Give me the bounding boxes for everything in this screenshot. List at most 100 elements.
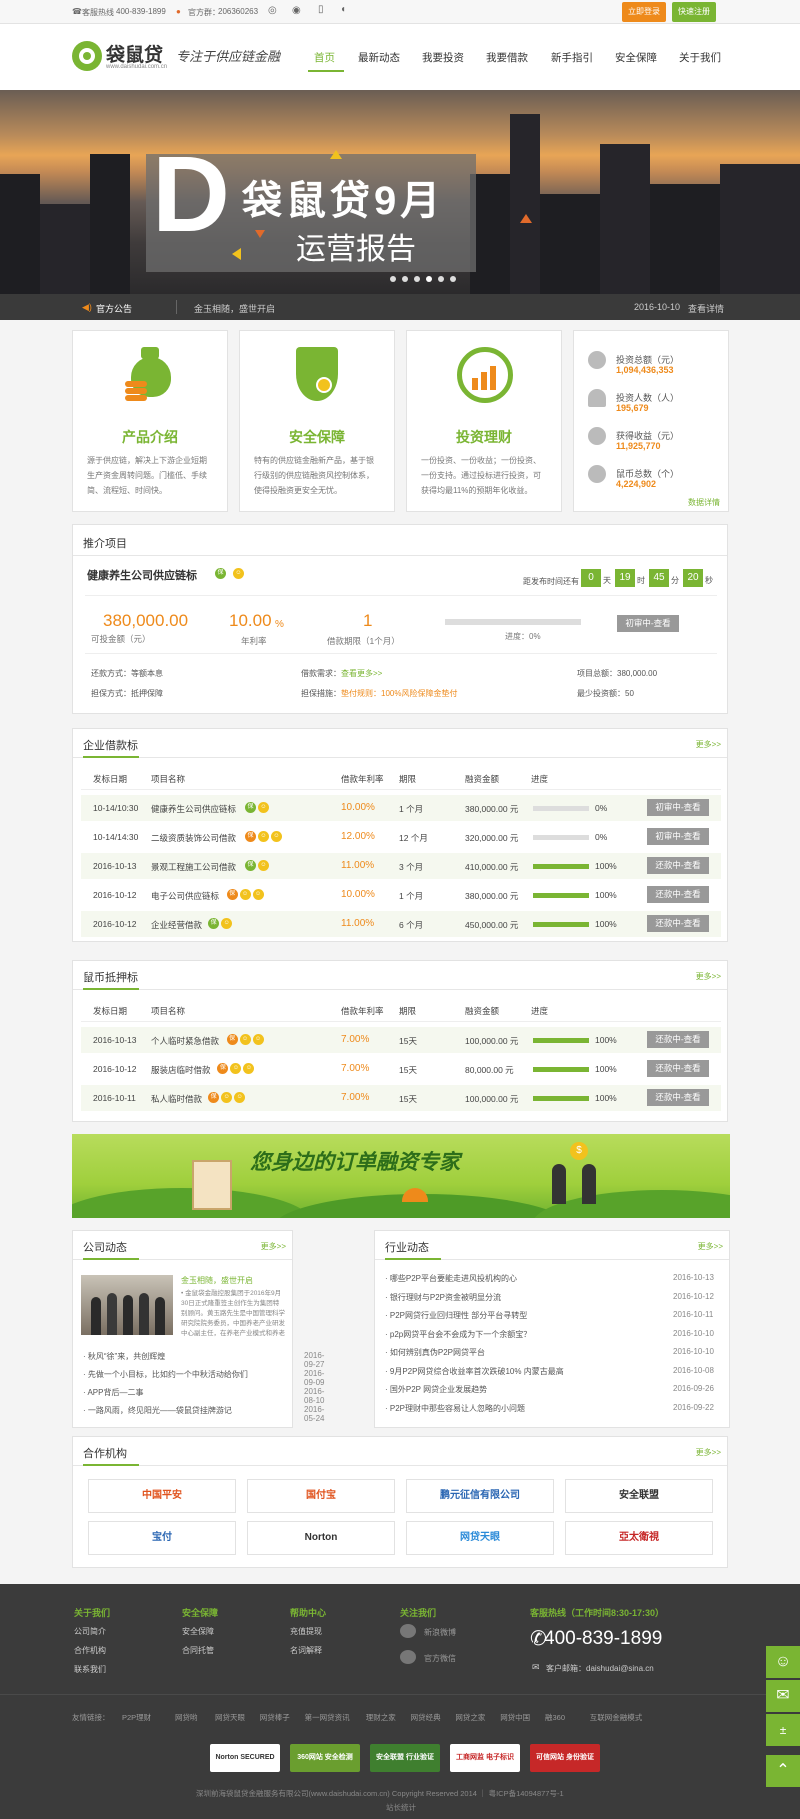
nav-news[interactable]: 最新动态 xyxy=(358,50,400,65)
row-view-button[interactable]: 还款中-查看 xyxy=(647,857,709,874)
banner-dot-active[interactable] xyxy=(426,276,432,282)
nav-invest[interactable]: 我要投资 xyxy=(422,50,464,65)
row-view-button[interactable]: 还款中-查看 xyxy=(647,886,709,903)
friend-link[interactable]: 融360 xyxy=(545,1712,565,1723)
news-item[interactable]: · 如何辨别真伪P2P网贷平台 xyxy=(385,1347,485,1358)
footer-link[interactable]: 官方微信 xyxy=(424,1653,456,1664)
view-project-button[interactable]: 初审中-查看 xyxy=(617,615,679,632)
partner-logo-aps[interactable]: 亞太衛視 xyxy=(565,1521,713,1555)
row-view-button[interactable]: 还款中-查看 xyxy=(647,1089,709,1106)
news-item[interactable]: · P2P理财中那些容易让人忽略的小问题 xyxy=(385,1403,525,1414)
table-row[interactable]: 2016-10-13 个人临时紧急借款 7.00% 15天 100,000.00 元 10… xyxy=(81,1027,721,1053)
wechat-icon[interactable] xyxy=(400,1650,416,1664)
table-row[interactable]: 2016-10-12 电子公司供应链标 10.00% 1 个月 380,000.00 元… xyxy=(81,882,721,908)
friend-link[interactable]: P2P理财 xyxy=(122,1712,151,1723)
row-view-button[interactable]: 初审中-查看 xyxy=(647,828,709,845)
friend-link[interactable]: 网贷天眼 xyxy=(215,1712,245,1723)
row-project-name[interactable]: 二级资质装饰公司借款 xyxy=(151,832,236,844)
back-to-top-icon[interactable]: ⌃ xyxy=(766,1755,800,1787)
feature-card-product[interactable]: 产品介绍 源于供应链，解决上下游企业短期生产资金周转问题。门槛低、手续简、流程短… xyxy=(72,330,228,512)
table-row[interactable]: 2016-10-12 企业经营借款 11.00% 6 个月 450,000.00 元 10… xyxy=(81,911,721,937)
friend-link[interactable]: 网贷经典 xyxy=(411,1712,441,1723)
stats-detail-link[interactable]: 数据详情 xyxy=(688,497,720,508)
news-photo[interactable] xyxy=(81,1275,173,1335)
table-row[interactable]: 2016-10-13 景观工程施工公司借款 11.00% 3 个月 410,000.00… xyxy=(81,853,721,879)
news-item[interactable]: · 秋风“徐”来，共创辉煌 xyxy=(83,1351,165,1362)
footer-link[interactable]: 公司简介 xyxy=(74,1626,106,1637)
row-view-button[interactable]: 还款中-查看 xyxy=(647,1031,709,1048)
partner-logo-pingan[interactable]: 中国平安 xyxy=(88,1479,236,1513)
table-row[interactable]: 2016-10-11 私人临时借款 7.00% 15天 100,000.00 元 100%… xyxy=(81,1085,721,1111)
footer-link[interactable]: 充值提现 xyxy=(290,1626,322,1637)
feature-card-invest[interactable]: 投资理财 一份投资、一份收益；一份投资、一份支持。通过投标进行投资，可获得均最1… xyxy=(406,330,562,512)
footer-link[interactable]: 安全保障 xyxy=(182,1626,214,1637)
calculator-icon[interactable]: ± xyxy=(766,1714,800,1746)
weibo-icon[interactable]: ◎ xyxy=(268,5,277,16)
partner-logo-norton[interactable]: Norton xyxy=(247,1521,395,1555)
more-link[interactable]: 更多>> xyxy=(696,1447,721,1458)
nav-guide[interactable]: 新手指引 xyxy=(551,50,593,65)
row-project-name[interactable]: 景观工程施工公司借款 xyxy=(151,861,236,873)
featured-news-title[interactable]: 金玉相随，盛世开启 xyxy=(181,1275,253,1286)
table-row[interactable]: 10-14/14:30 二级资质装饰公司借款 12.00% 12 个月 320,000.… xyxy=(81,824,721,850)
banner-dot[interactable] xyxy=(438,276,444,282)
friend-link[interactable]: 互联网金融模式 xyxy=(590,1712,643,1723)
row-project-name[interactable]: 健康养生公司供应链标 xyxy=(151,803,236,815)
feature-card-security[interactable]: 安全保障 特有的供应链金融新产品，基于银行级别的供应链融资风控制体系，使得投融资… xyxy=(239,330,395,512)
footer-link[interactable]: 联系我们 xyxy=(74,1664,106,1675)
news-item[interactable]: · 国外P2P 网贷企业发展趋势 xyxy=(385,1384,487,1395)
news-item[interactable]: · APP背后—二事 xyxy=(83,1387,143,1398)
news-item[interactable]: · 哪些P2P平台要能走进风投机构的心 xyxy=(385,1273,517,1284)
footer-link[interactable]: 名词解释 xyxy=(290,1645,322,1656)
partner-logo-p2peye[interactable]: 网贷天眼 xyxy=(406,1521,554,1555)
footer-link[interactable]: 合同托管 xyxy=(182,1645,214,1656)
friend-link[interactable]: 网贷棒子 xyxy=(260,1712,290,1723)
security-360-badge[interactable]: 360网站 安全检测 xyxy=(290,1744,360,1772)
trusted-site-badge[interactable]: 可信网站 身份验证 xyxy=(530,1744,600,1772)
project-name[interactable]: 健康养生公司供应链标 xyxy=(87,567,197,583)
table-row[interactable]: 2016-10-12 服装店临时借款 7.00% 15天 80,000.00 元 100%… xyxy=(81,1056,721,1082)
partner-logo-anquan[interactable]: 安全联盟 xyxy=(565,1479,713,1513)
banner-dot[interactable] xyxy=(450,276,456,282)
news-item[interactable]: · p2p网贷平台会不会成为下一个余额宝？ xyxy=(385,1329,531,1340)
banner-dot[interactable] xyxy=(414,276,420,282)
more-link[interactable]: 更多>> xyxy=(261,1241,286,1252)
apple-icon[interactable]: ◖ xyxy=(340,4,346,15)
nav-borrow[interactable]: 我要借款 xyxy=(486,50,528,65)
anquan-badge[interactable]: 安全联盟 行业验证 xyxy=(370,1744,440,1772)
table-row[interactable]: 10-14/10:30 健康养生公司供应链标 10.00% 1 个月 380,000.0… xyxy=(81,795,721,821)
row-project-name[interactable]: 私人临时借款 xyxy=(151,1093,202,1105)
promo-banner[interactable]: $ 您身边的订单融资专家 xyxy=(72,1134,730,1218)
row-project-name[interactable]: 服装店临时借款 xyxy=(151,1064,211,1076)
news-item[interactable]: · 一路风雨，终见阳光——袋鼠贷挂牌游记 xyxy=(83,1405,232,1416)
mobile-icon[interactable]: ▯ xyxy=(318,4,324,15)
row-project-name[interactable]: 个人临时紧急借款 xyxy=(151,1035,219,1047)
announcement-text[interactable]: 金玉相随，盛世开启 xyxy=(194,302,275,315)
news-item[interactable]: · P2P网贷行业回归理性 部分平台寻转型 xyxy=(385,1310,527,1321)
login-button[interactable]: 立即登录 xyxy=(622,2,666,22)
gongshang-badge[interactable]: 工商网监 电子标识 xyxy=(450,1744,520,1772)
norton-badge[interactable]: Norton SECURED xyxy=(210,1744,280,1772)
more-link[interactable]: 更多>> xyxy=(696,739,721,750)
partner-logo-pengyuan[interactable]: 鹏元征信有限公司 xyxy=(406,1479,554,1513)
news-item[interactable]: · 9月P2P网贷综合收益率首次跌破10% 内蒙古最高 xyxy=(385,1366,564,1377)
friend-link[interactable]: 第一网贷资讯 xyxy=(305,1712,350,1723)
nav-home[interactable]: 首页 xyxy=(314,50,335,65)
friend-link[interactable]: 网贷哟 xyxy=(175,1712,198,1723)
news-item[interactable]: · 先做一个小目标，比如约一个中秋活动给你们 xyxy=(83,1369,248,1380)
row-project-name[interactable]: 电子公司供应链标 xyxy=(151,890,219,902)
nav-about[interactable]: 关于我们 xyxy=(679,50,721,65)
banner-dot[interactable] xyxy=(402,276,408,282)
nav-security[interactable]: 安全保障 xyxy=(615,50,657,65)
more-link[interactable]: 更多>> xyxy=(698,1241,723,1252)
see-more-link[interactable]: 查看更多>> xyxy=(341,669,382,678)
row-view-button[interactable]: 初审中-查看 xyxy=(647,799,709,816)
banner-dot[interactable] xyxy=(390,276,396,282)
more-link[interactable]: 更多>> xyxy=(696,971,721,982)
row-view-button[interactable]: 还款中-查看 xyxy=(647,915,709,932)
announcement-detail-link[interactable]: 查看详情 xyxy=(688,302,724,315)
register-button[interactable]: 快速注册 xyxy=(672,2,716,22)
partner-logo-gopay[interactable]: 国付宝 xyxy=(247,1479,395,1513)
weibo-icon[interactable] xyxy=(400,1624,416,1638)
friend-link[interactable]: 网贷中国 xyxy=(500,1712,530,1723)
